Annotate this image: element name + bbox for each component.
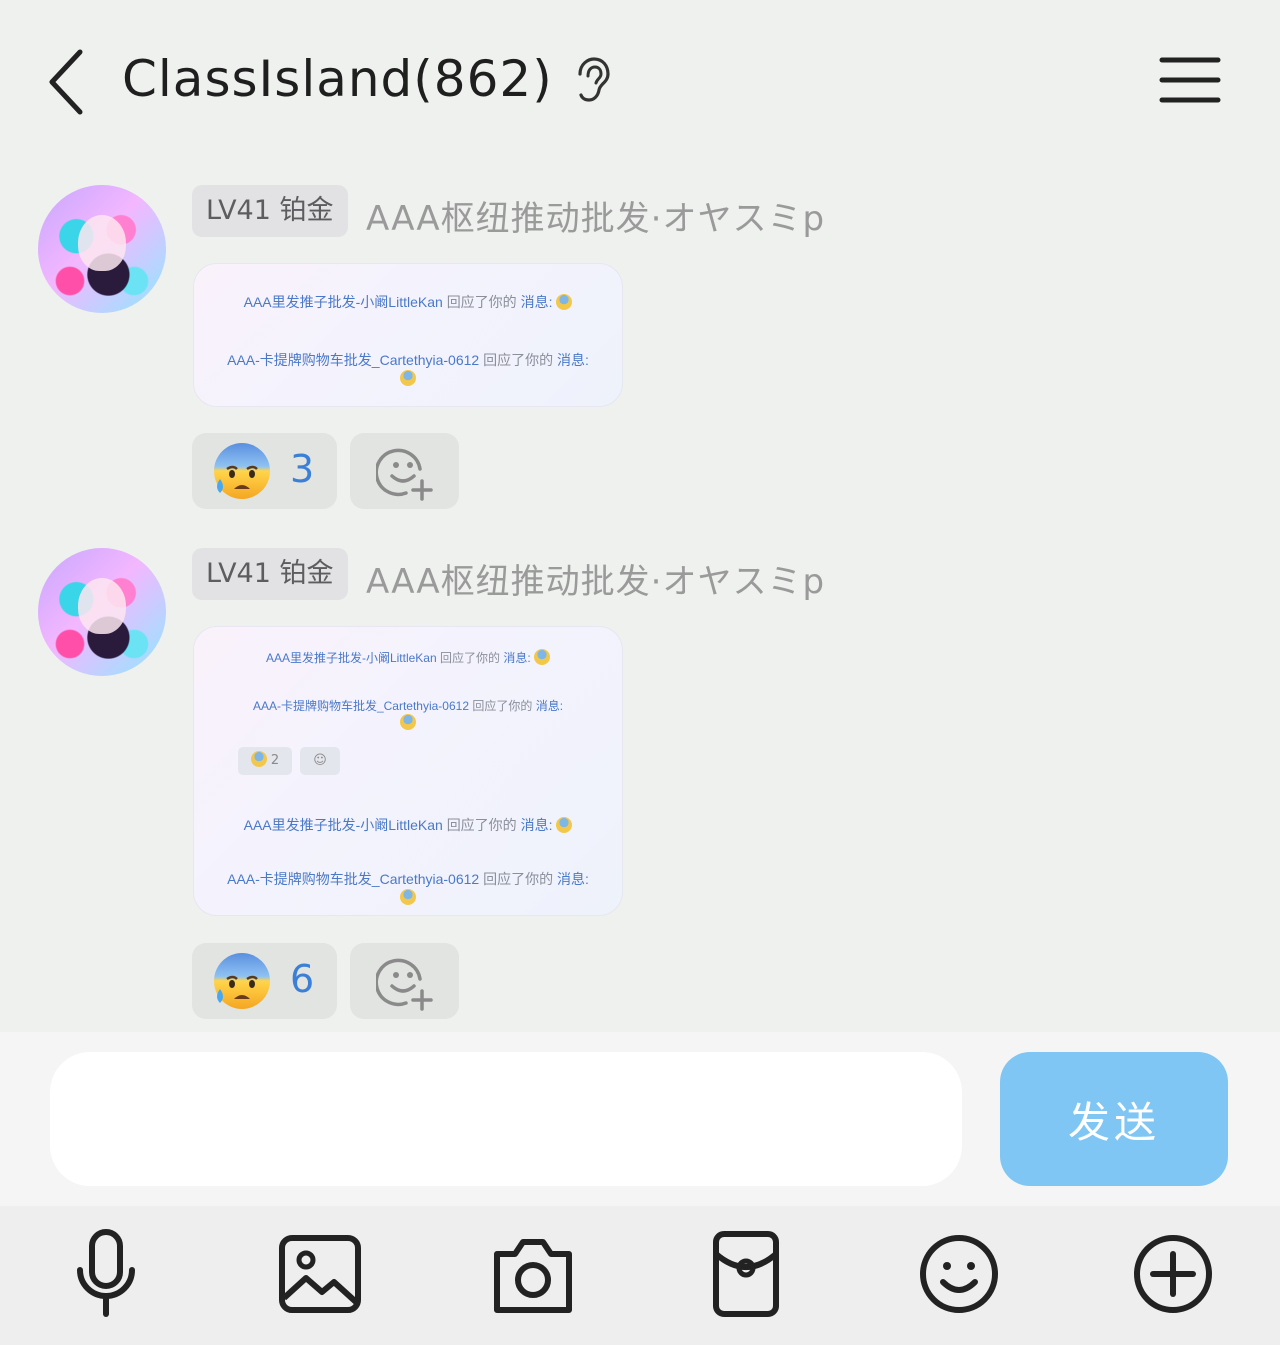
reaction-count: 3 — [290, 447, 315, 491]
plus-circle-icon — [1134, 1235, 1212, 1313]
anxious-face-icon — [400, 714, 416, 730]
card-reaction-chip: 2 — [238, 747, 292, 775]
card-text-line: AAA-卡提牌购物车批发_Cartethyia-0612 回应了你的 消息: — [252, 699, 564, 713]
red-packet-button[interactable] — [696, 1224, 796, 1324]
photo-button[interactable] — [270, 1224, 370, 1324]
reaction-chip[interactable]: 6 — [192, 943, 337, 1019]
message-input[interactable] — [50, 1052, 962, 1186]
anxious-face-with-sweat-icon — [214, 443, 270, 499]
level-badge: LV41 铂金 — [192, 185, 348, 237]
anxious-face-icon — [400, 370, 416, 386]
card-text-line: AAA里发推子批发-小阚LittleKan 回应了你的 消息: — [194, 292, 622, 312]
anxious-face-icon — [534, 649, 551, 665]
chat-title: ClassIsland(862) — [122, 50, 553, 108]
chat-message: LV41 铂金 AAA枢纽推动批发·オヤスミp AAA里发推子批发-小阚Litt… — [0, 548, 1280, 1028]
chat-header: ClassIsland(862) — [0, 0, 1280, 160]
card-text-line: AAA里发推子批发-小阚LittleKan 回应了你的 消息: — [194, 815, 622, 835]
anxious-face-icon — [556, 817, 573, 833]
chat-message: LV41 铂金 AAA枢纽推动批发·オヤスミp AAA里发推子批发-小阚Litt… — [0, 185, 1280, 515]
card-text-line: AAA-卡提牌购物车批发_Cartethyia-0612 回应了你的 消息: — [227, 352, 589, 368]
more-button[interactable] — [1123, 1224, 1223, 1324]
camera-button[interactable] — [483, 1224, 583, 1324]
emoji-button[interactable] — [909, 1224, 1009, 1324]
ear-icon[interactable] — [572, 56, 612, 104]
emoji-icon — [920, 1235, 998, 1313]
anxious-face-icon — [400, 889, 416, 905]
input-toolbar — [0, 1206, 1280, 1345]
camera-icon — [494, 1239, 572, 1313]
add-emoji-icon — [376, 448, 433, 501]
add-reaction-button[interactable] — [350, 943, 459, 1019]
send-button[interactable]: 发送 — [1000, 1052, 1228, 1186]
reaction-count: 6 — [290, 957, 315, 1001]
level-badge: LV41 铂金 — [192, 548, 348, 600]
message-input-bar: 发送 — [0, 1032, 1280, 1206]
hamburger-menu-icon — [1159, 57, 1221, 103]
reaction-chip[interactable]: 3 — [192, 433, 337, 509]
image-message[interactable]: AAA里发推子批发-小阚LittleKan 回应了你的 消息: AAA-卡提牌购… — [193, 263, 623, 407]
sender-nickname[interactable]: AAA枢纽推动批发·オヤスミp — [366, 191, 825, 240]
voice-button[interactable] — [56, 1224, 156, 1324]
red-packet-icon — [713, 1231, 779, 1317]
card-emoji-line — [194, 889, 622, 905]
card-add-reaction: ☺ — [300, 747, 340, 775]
avatar[interactable] — [38, 185, 166, 313]
image-icon — [279, 1235, 361, 1313]
anxious-face-icon — [250, 751, 267, 767]
card-text-line: AAA里发推子批发-小阚LittleKan 回应了你的 消息: — [194, 649, 622, 666]
image-message[interactable]: AAA里发推子批发-小阚LittleKan 回应了你的 消息: AAA-卡提牌购… — [193, 626, 623, 916]
anxious-face-with-sweat-icon — [214, 953, 270, 1009]
card-text-line: AAA-卡提牌购物车批发_Cartethyia-0612 回应了你的 消息: — [227, 871, 589, 887]
card-emoji-line — [194, 370, 622, 386]
chevron-left-icon — [49, 49, 83, 115]
microphone-icon — [77, 1229, 135, 1317]
menu-button[interactable] — [1158, 52, 1222, 108]
avatar[interactable] — [38, 548, 166, 676]
card-emoji-line — [194, 714, 622, 730]
back-button[interactable] — [40, 44, 100, 116]
add-emoji-icon — [376, 958, 433, 1011]
anxious-face-icon — [556, 294, 573, 310]
sender-nickname[interactable]: AAA枢纽推动批发·オヤスミp — [366, 554, 825, 603]
add-reaction-button[interactable] — [350, 433, 459, 509]
